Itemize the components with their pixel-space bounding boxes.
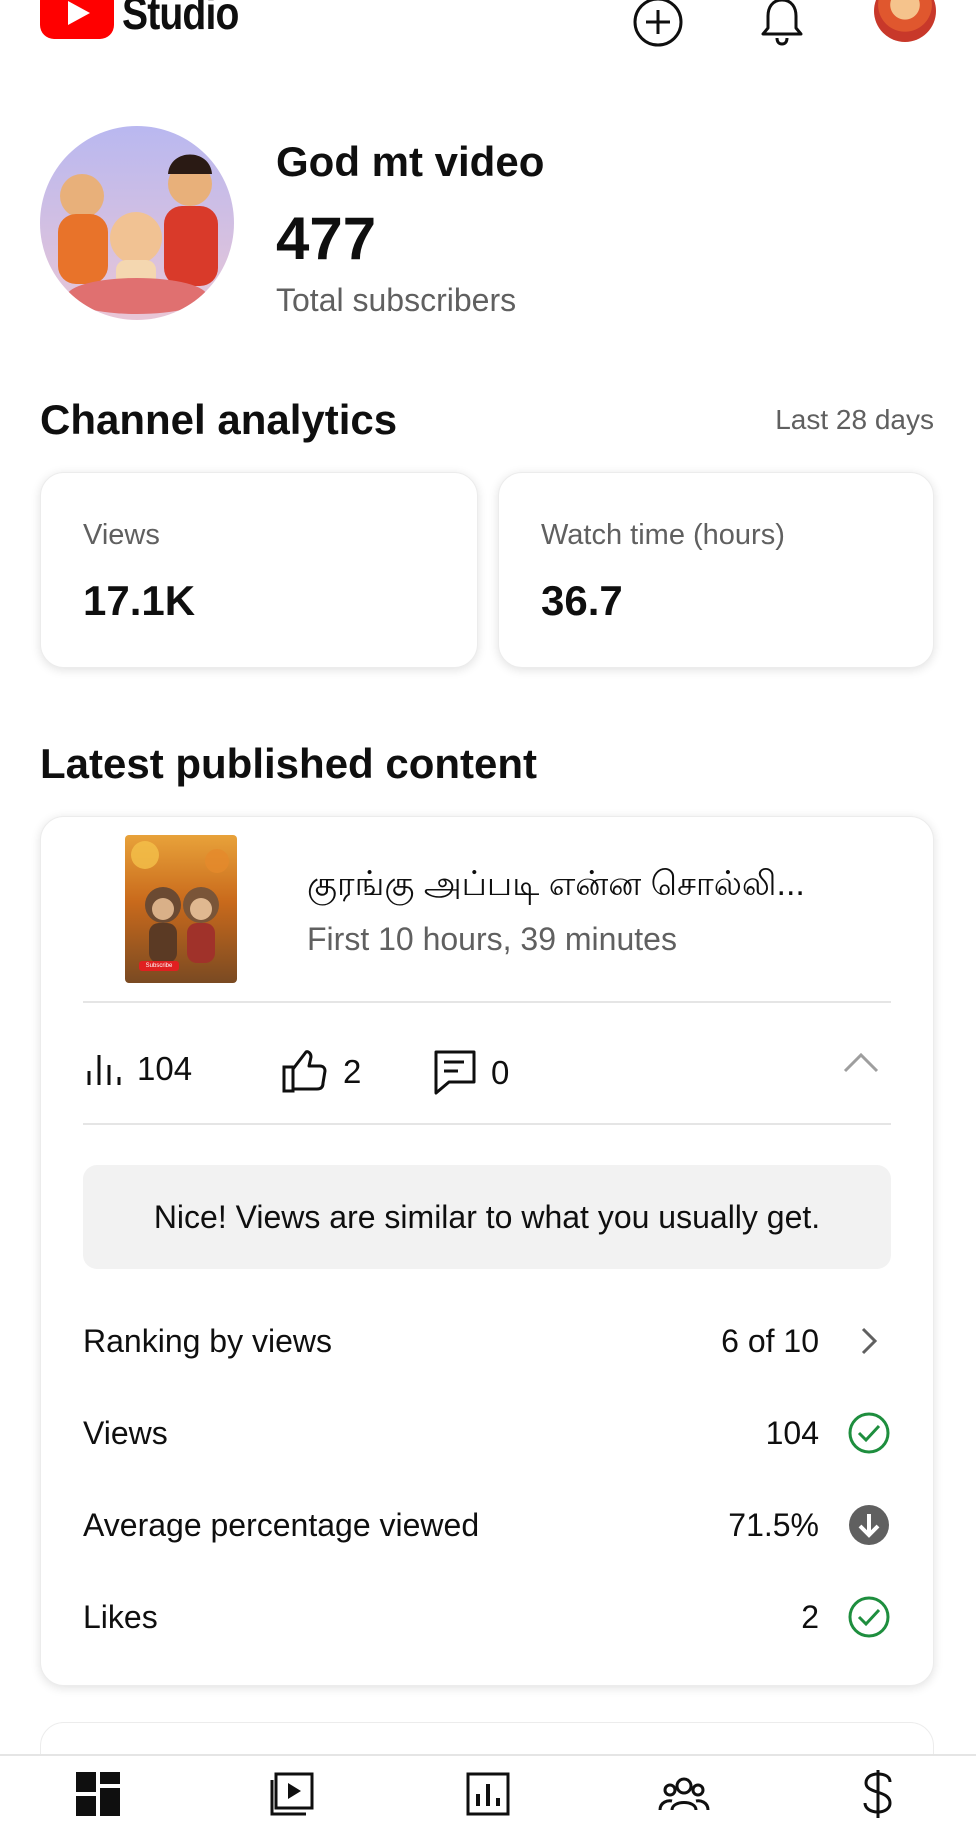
latest-content-title: Latest published content [40,740,538,787]
nav-earn[interactable] [848,1764,908,1824]
row-value: 71.5% [728,1506,819,1543]
chevron-up-icon [843,1052,879,1073]
nav-community[interactable] [654,1764,714,1824]
metric-label: Views [83,519,160,551]
app-name: Studio [122,0,239,39]
metric-value: 36.7 [541,577,623,624]
channel-name: God mt video [276,138,545,185]
video-subtitle: First 10 hours, 39 minutes [307,921,677,957]
bar-chart-icon [87,1055,121,1085]
views-row: Views 104 [83,1403,891,1463]
analytics-period: Last 28 days [775,404,934,435]
arrow-down-circle-icon [847,1503,891,1547]
channel-avatar-image [40,126,234,320]
channel-analytics-title: Channel analytics [40,396,398,443]
notifications-button[interactable] [754,0,810,50]
row-value: 6 of 10 [721,1322,819,1359]
check-circle-icon [847,1595,891,1639]
row-label: Average percentage viewed [83,1506,480,1543]
add-circle-icon [633,0,683,47]
collapse-button[interactable] [841,1047,881,1082]
video-views-stat: 104 [83,1049,192,1089]
performance-notice: Nice! Views are similar to what you usua… [83,1165,891,1269]
video-comments-count: 0 [491,1054,510,1091]
video-views-count: 104 [137,1050,193,1087]
divider [83,1001,891,1003]
app-header: Studio [0,0,976,60]
channel-avatar[interactable] [40,126,234,320]
content-icon [270,1772,314,1816]
dollar-icon [863,1770,892,1818]
views-metric-card[interactable]: Views 17.1K [40,472,478,668]
video-likes-count: 2 [343,1053,362,1090]
row-value: 2 [801,1598,819,1635]
comment-icon [434,1050,476,1095]
dashboard-icon [76,1772,120,1816]
watch-time-metric-card[interactable]: Watch time (hours) 36.7 [498,472,934,668]
bottom-navigation [0,1754,976,1832]
row-label: Likes [83,1598,158,1635]
create-button[interactable] [630,0,686,50]
ranking-row[interactable]: Ranking by views 6 of 10 [83,1311,891,1371]
nav-dashboard[interactable] [68,1764,128,1824]
analytics-icon [466,1772,510,1816]
account-avatar[interactable] [874,0,936,42]
check-circle-icon [847,1411,891,1455]
nav-analytics[interactable] [458,1764,518,1824]
thumbnail-badge: Subscribe [145,963,173,969]
subscriber-count: 477 [276,205,377,272]
nav-content[interactable] [262,1764,322,1824]
row-value: 104 [765,1414,819,1451]
row-label: Views [83,1414,168,1451]
thumbs-up-icon [282,1050,327,1093]
latest-content-card: Subscribe குரங்கு அப்படி என்ன சொல்லி... … [40,816,934,1686]
metric-label: Watch time (hours) [541,519,785,551]
bell-icon [761,0,803,46]
studio-logo[interactable]: Studio [40,0,259,40]
community-icon [658,1777,710,1811]
video-thumbnail[interactable]: Subscribe [125,835,237,983]
youtube-logo-icon [40,0,114,39]
metric-value: 17.1K [83,577,196,624]
subscriber-label: Total subscribers [276,282,517,318]
likes-row: Likes 2 [83,1587,891,1647]
video-comments-stat: 0 [433,1049,509,1097]
video-likes-stat: 2 [281,1049,361,1095]
row-label: Ranking by views [83,1322,332,1359]
average-percentage-row: Average percentage viewed 71.5% [83,1495,891,1555]
video-title[interactable]: குரங்கு அப்படி என்ன சொல்லி... [307,865,887,908]
divider [83,1123,891,1125]
chevron-right-icon [847,1319,891,1363]
